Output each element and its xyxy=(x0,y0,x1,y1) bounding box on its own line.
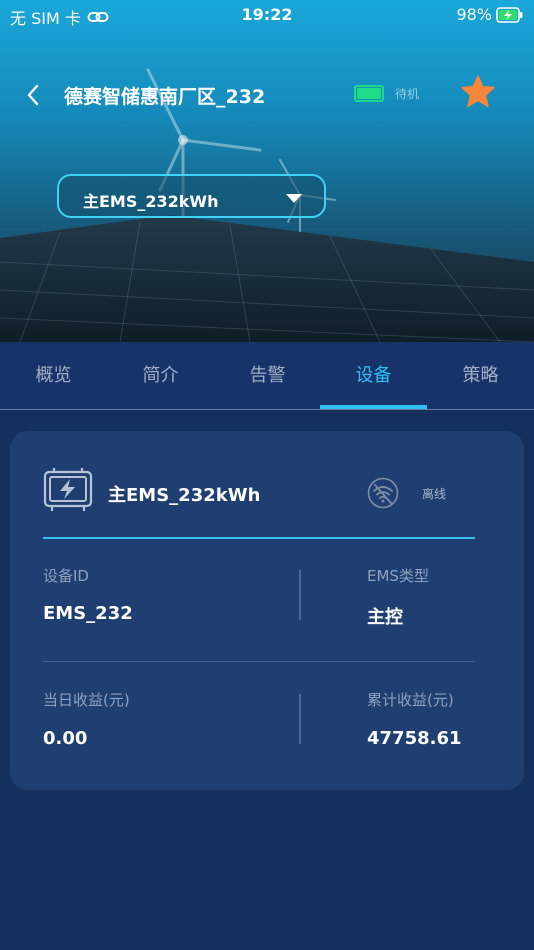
tab-overview[interactable]: 概览 xyxy=(0,342,107,410)
star-icon xyxy=(461,75,495,108)
ems-type-value: 主控 xyxy=(367,607,403,628)
wind-solar-background xyxy=(0,68,534,342)
daily-income-label: 当日收益(元) xyxy=(43,691,130,709)
tab-alarms[interactable]: 告警 xyxy=(214,342,321,410)
favorite-button[interactable] xyxy=(460,74,496,110)
connection-status: 离线 xyxy=(422,487,447,501)
tab-bar: 概览 简介 告警 设备 策略 xyxy=(0,342,534,410)
wifi-off-icon xyxy=(367,477,399,509)
card-divider xyxy=(43,537,475,539)
battery-group: 98% xyxy=(456,5,524,24)
selector-value: 主EMS_232kWh xyxy=(83,192,219,211)
total-income-value: 47758.61 xyxy=(367,728,462,749)
device-id-value: EMS_232 xyxy=(43,603,133,624)
column-divider xyxy=(299,694,301,744)
active-tab-indicator xyxy=(320,405,427,409)
run-state-text: 待机 xyxy=(395,87,420,101)
device-selector[interactable]: 主EMS_232kWh xyxy=(57,174,326,218)
caret-down-icon xyxy=(286,194,302,203)
row-divider xyxy=(43,661,475,662)
tab-strategy[interactable]: 策略 xyxy=(427,342,534,410)
device-id-label: 设备ID xyxy=(43,567,89,585)
battery-percent: 98% xyxy=(456,5,492,24)
tab-devices[interactable]: 设备 xyxy=(320,342,427,410)
total-income-label: 累计收益(元) xyxy=(367,691,454,709)
battery-charging-icon xyxy=(43,468,93,511)
tab-intro[interactable]: 简介 xyxy=(107,342,214,410)
clock: 19:22 xyxy=(241,5,293,24)
ems-type-label: EMS类型 xyxy=(367,567,429,585)
back-button[interactable] xyxy=(18,80,48,110)
daily-income-value: 0.00 xyxy=(43,728,88,749)
hero-banner: 无 SIM 卡 19:22 98% 德赛智储惠南厂区_232 待机 主EMS_2… xyxy=(0,0,534,342)
chevron-left-icon xyxy=(27,84,39,106)
page-title: 德赛智储惠南厂区_232 xyxy=(64,86,266,108)
battery-icon xyxy=(354,85,384,102)
device-card[interactable]: 主EMS_232kWh 离线 设备ID EMS_232 EMS类型 主控 当日收… xyxy=(10,431,524,790)
column-divider xyxy=(299,570,301,620)
page-header: 德赛智储惠南厂区_232 待机 xyxy=(0,70,534,120)
status-bar: 无 SIM 卡 19:22 98% xyxy=(0,0,534,30)
device-name: 主EMS_232kWh xyxy=(108,485,261,506)
battery-charging-status-icon xyxy=(496,6,523,23)
